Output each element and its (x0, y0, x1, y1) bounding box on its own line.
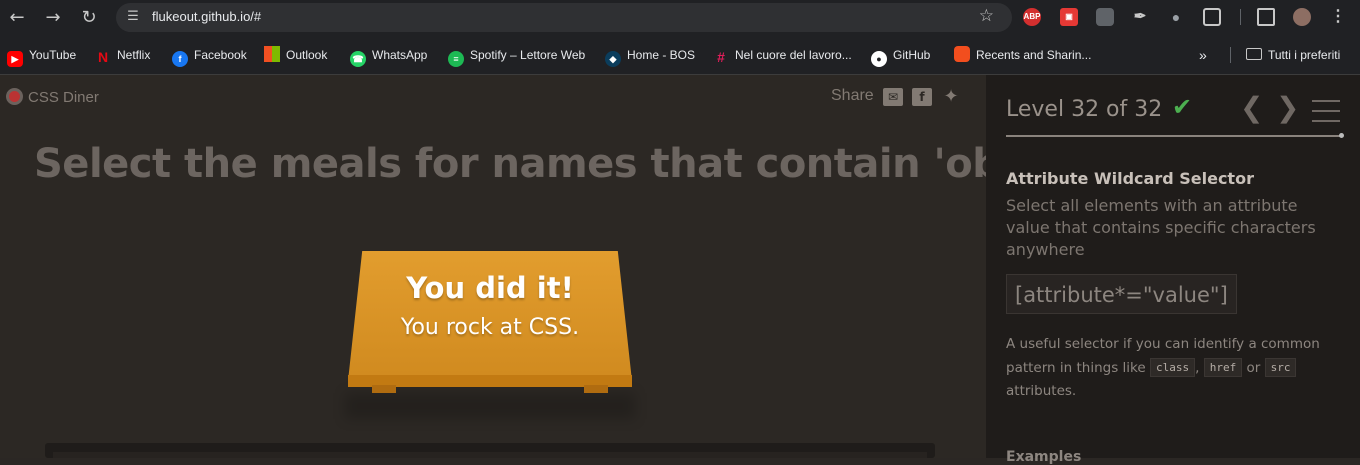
facebook-icon: f (172, 51, 188, 67)
bos-icon: ◆ (605, 51, 621, 67)
address-bar[interactable]: ☰ flukeout.github.io/# ☆ (116, 3, 1012, 32)
table-leg-left (372, 385, 396, 393)
css-editor-panel (45, 443, 935, 458)
profile-avatar[interactable] (1293, 8, 1311, 26)
completed-check-icon: ✔ (1172, 93, 1193, 121)
bookmark-netflix[interactable]: N Netflix (95, 46, 150, 65)
site-settings-icon[interactable]: ☰ (124, 8, 142, 26)
level-menu-icon[interactable] (1312, 100, 1340, 122)
eyedropper-icon[interactable]: ✒ (1131, 8, 1149, 26)
browser-menu-icon[interactable]: ⋮ (1329, 8, 1347, 26)
browser-toolbar: ← → ↻ ☰ flukeout.github.io/# ☆ ABP ▣ ✒ ●… (0, 0, 1360, 35)
more-bookmarks-chevron-icon[interactable]: » (1199, 46, 1207, 64)
selector-hint: A useful selector if you can identify a … (1006, 336, 1320, 399)
youtube-icon: ▶ (7, 51, 23, 67)
bookmark-home-bos[interactable]: ◆ Home - BOS (605, 46, 695, 67)
email-share-icon[interactable]: ✉ (883, 88, 903, 106)
win-subtitle: You rock at CSS. (400, 315, 580, 340)
bookmark-spotify[interactable]: ≡ Spotify – Lettore Web (448, 46, 585, 67)
bookmark-github[interactable]: ● GitHub (871, 46, 930, 67)
toolbar-divider (1240, 9, 1241, 25)
game-area: CSS Diner Share ✉ f ✦ Select the meals f… (0, 75, 1041, 458)
facebook-share-icon[interactable]: f (912, 88, 932, 106)
bookmark-youtube[interactable]: ▶ YouTube (7, 46, 76, 67)
extension-red-icon[interactable]: ▣ (1060, 8, 1078, 26)
win-title: You did it! (406, 271, 574, 305)
level-progress-fill (1006, 133, 1344, 138)
bookmark-star-icon[interactable]: ☆ (979, 6, 994, 26)
url-text[interactable]: flukeout.github.io/# (152, 9, 261, 24)
bookmark-whatsapp[interactable]: ☎ WhatsApp (350, 46, 427, 67)
side-panel-icon[interactable] (1257, 8, 1275, 26)
code-href: href (1203, 357, 1243, 377)
site-logo[interactable]: CSS Diner (6, 88, 99, 106)
figma-icon (954, 46, 970, 62)
bookmark-outlook[interactable]: Outlook (264, 46, 327, 64)
bookmarks-bar: ▶ YouTube N Netflix f Facebook Outlook ☎ Wha… (0, 35, 1360, 75)
selector-name: Attribute Wildcard Selector (1006, 169, 1254, 188)
code-src: src (1264, 357, 1297, 377)
back-arrow-icon[interactable]: ← (5, 6, 29, 30)
all-bookmarks-folder[interactable]: Tutti i preferiti (1246, 46, 1340, 64)
level-instruction: Select the meals for names that contain … (34, 141, 1041, 187)
selector-syntax: [attribute*="value"] (1006, 274, 1237, 314)
previous-level-icon[interactable]: ❮ (1240, 91, 1263, 124)
code-class: class (1149, 357, 1196, 377)
reload-icon[interactable]: ↻ (77, 6, 101, 30)
share-label: Share (831, 87, 874, 104)
selector-description: Select all elements with an attribute va… (1006, 196, 1316, 259)
bookmark-slack[interactable]: # Nel cuore del lavoro... (713, 46, 852, 65)
plate-logo-icon (6, 88, 23, 105)
bookmark-figma[interactable]: Recents and Sharin... (954, 46, 1091, 64)
whatsapp-icon: ☎ (350, 51, 366, 67)
adblock-plus-icon[interactable]: ABP (1023, 8, 1041, 26)
bookmark-facebook[interactable]: f Facebook (172, 46, 247, 67)
table-leg-right (584, 385, 608, 393)
level-sidebar: Level 32 of 32 ✔ ❮ ❯ Attribute Wildcard … (986, 75, 1360, 465)
twitter-share-icon[interactable]: ✦ (941, 88, 961, 106)
css-editor-input[interactable] (53, 452, 927, 458)
level-indicator[interactable]: Level 32 of 32 (1006, 97, 1162, 122)
outlook-icon (264, 46, 280, 62)
table-shadow (345, 393, 635, 419)
slack-icon: # (717, 49, 725, 65)
bookmarks-divider (1230, 47, 1231, 63)
level-progress-bar (1006, 133, 1344, 138)
netflix-icon: N (97, 49, 109, 65)
examples-heading: Examples (1006, 449, 1082, 465)
extension-dot-icon[interactable]: ● (1167, 8, 1185, 26)
extensions-puzzle-icon[interactable] (1203, 8, 1221, 26)
github-icon: ● (871, 51, 887, 67)
forward-arrow-icon[interactable]: → (41, 6, 65, 30)
next-level-icon[interactable]: ❯ (1276, 91, 1299, 124)
folder-icon (1246, 48, 1262, 60)
progress-end-dot (1339, 133, 1344, 138)
extension-gray-icon[interactable] (1096, 8, 1114, 26)
spotify-icon: ≡ (448, 51, 464, 67)
